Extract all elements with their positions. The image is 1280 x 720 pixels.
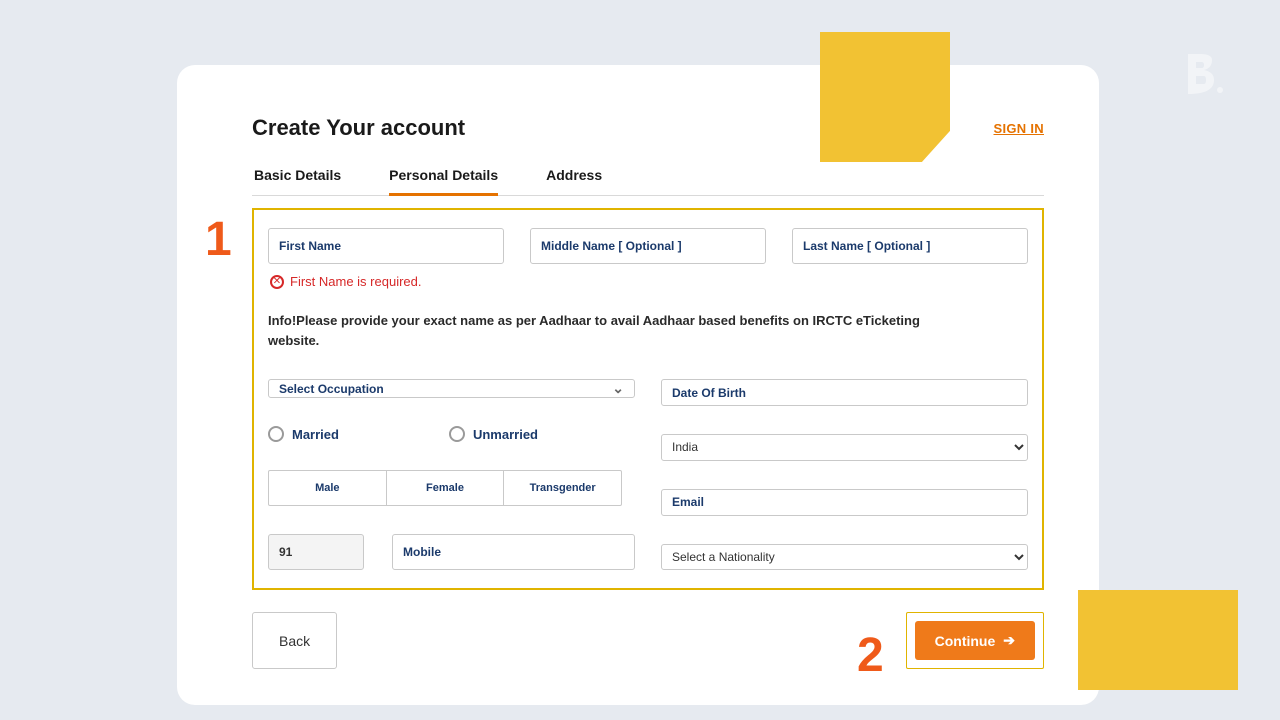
continue-button[interactable]: Continue ➔ [915,621,1035,660]
tab-bar: Basic Details Personal Details Address [252,159,1044,196]
first-name-error: ✕ First Name is required. [270,274,1028,289]
country-select[interactable]: India [661,434,1028,461]
annotation-arrow-2-icon [1078,590,1238,690]
chevron-down-icon: ⌄ [612,380,624,397]
gender-group: Male Female Transgender [268,470,622,506]
gender-male[interactable]: Male [269,471,387,505]
first-name-input[interactable]: First Name [268,228,504,264]
radio-icon [449,426,465,442]
occupation-select[interactable]: Select Occupation ⌄ [268,379,635,398]
brand-logo-icon [1180,50,1228,98]
aadhaar-info: Info!Please provide your exact name as p… [268,311,948,351]
tab-personal-details[interactable]: Personal Details [389,159,498,196]
signin-link[interactable]: SIGN IN [994,121,1045,136]
error-text: First Name is required. [290,274,421,289]
unmarried-radio[interactable]: Unmarried [449,426,538,442]
page-title: Create Your account [252,115,465,141]
gender-female[interactable]: Female [387,471,505,505]
married-radio[interactable]: Married [268,426,339,442]
continue-label: Continue [935,633,996,649]
nationality-select[interactable]: Select a Nationality [661,544,1028,571]
country-code-input[interactable]: 91 [268,534,364,570]
radio-icon [268,426,284,442]
mobile-row: 91 Mobile [268,534,635,570]
action-row: Back Continue ➔ [252,612,1044,669]
tab-basic-details[interactable]: Basic Details [254,159,341,196]
unmarried-label: Unmarried [473,427,538,442]
annotation-step-2: 2 [857,628,884,683]
back-button[interactable]: Back [252,612,337,669]
occupation-label: Select Occupation [279,382,384,396]
email-input[interactable]: Email [661,489,1028,516]
married-label: Married [292,427,339,442]
tab-address[interactable]: Address [546,159,602,196]
continue-highlight: Continue ➔ [906,612,1044,669]
form-box: First Name Middle Name [ Optional ] Last… [252,208,1044,590]
marital-status-group: Married Unmarried [268,426,635,442]
annotation-arrow-1-icon [820,32,950,162]
dob-input[interactable]: Date Of Birth [661,379,1028,406]
name-row: First Name Middle Name [ Optional ] Last… [268,228,1028,264]
annotation-step-1: 1 [205,212,232,267]
signup-card: Create Your account SIGN IN Basic Detail… [177,65,1099,705]
mobile-input[interactable]: Mobile [392,534,635,570]
last-name-input[interactable]: Last Name [ Optional ] [792,228,1028,264]
middle-name-input[interactable]: Middle Name [ Optional ] [530,228,766,264]
gender-transgender[interactable]: Transgender [504,471,621,505]
arrow-right-icon: ➔ [1003,632,1015,649]
error-icon: ✕ [270,275,284,289]
